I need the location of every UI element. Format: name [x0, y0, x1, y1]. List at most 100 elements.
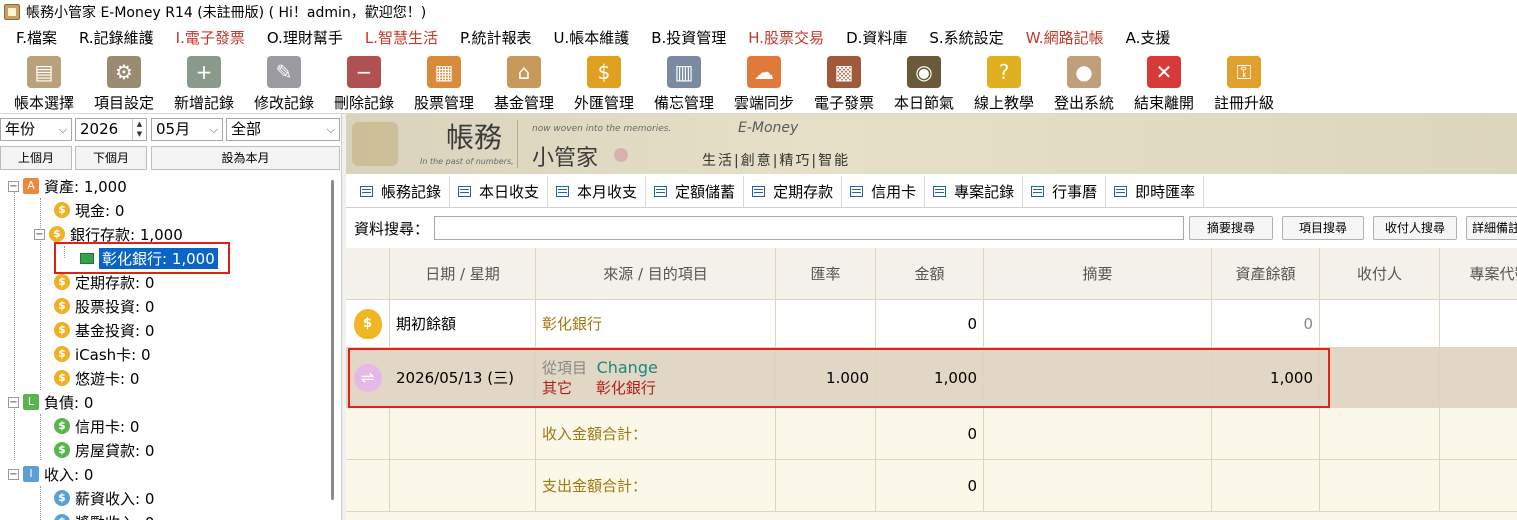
fund-button[interactable]: ⌂ 基金管理: [484, 50, 564, 114]
month-value: 05月: [156, 120, 191, 138]
tab-projects[interactable]: 專案記錄: [925, 176, 1024, 207]
search-input[interactable]: [434, 216, 1184, 240]
menu-support[interactable]: A.支援: [1126, 27, 1171, 48]
tree-item-assets[interactable]: − A 資產: 1,000: [8, 174, 127, 198]
solar-term-button[interactable]: ◉ 本日節氣: [884, 50, 964, 114]
filter-bar: 年份 ⌵ 2026 ▲ ▼ 05月 ⌵ 全部 ⌵: [0, 118, 342, 142]
scope-select[interactable]: 全部 ⌵: [226, 118, 340, 141]
table-icon: [458, 186, 472, 197]
menu-system-settings[interactable]: S.系統設定: [929, 27, 1003, 48]
tab-today[interactable]: 本日收支: [450, 176, 549, 207]
ledger-button[interactable]: ▤ 帳本選擇: [4, 50, 84, 114]
menu-e-invoice[interactable]: I.電子發票: [176, 27, 245, 48]
account-tree: − A 資產: 1,000 $ 現金: 0 − $ 銀行存款: 1,000 彰化…: [0, 174, 328, 520]
next-month-button[interactable]: 下個月: [75, 146, 147, 170]
collapse-icon[interactable]: −: [34, 228, 45, 240]
tree-item-mortgage[interactable]: $ 房屋貸款: 0: [54, 438, 154, 462]
scrollbar-thumb[interactable]: [331, 180, 334, 500]
collapse-icon[interactable]: −: [8, 468, 19, 480]
tab-ledger-records[interactable]: 帳務記錄: [352, 176, 451, 207]
expense-total-label: 支出金額合計：: [536, 460, 776, 511]
tab-time-deposit[interactable]: 定期存款: [744, 176, 843, 207]
settings-button[interactable]: ⚙ 項目設定: [84, 50, 164, 114]
menu-investment[interactable]: B.投資管理: [651, 27, 726, 48]
toolbar-label: 電子發票: [813, 94, 874, 112]
tree-item-icash[interactable]: $ iCash卡: 0: [54, 342, 151, 366]
tab-credit-card[interactable]: 信用卡: [842, 176, 926, 207]
qr-code-button[interactable]: ▩ 電子發票: [804, 50, 884, 114]
tree-label: 負債: 0: [44, 393, 94, 412]
tab-this-month[interactable]: 本月收支: [548, 176, 647, 207]
help-button[interactable]: ? 線上教學: [964, 50, 1044, 114]
header-amount[interactable]: 金額: [876, 248, 984, 300]
tree-item-income[interactable]: − I 收入: 0: [8, 462, 93, 486]
stock-button[interactable]: ▦ 股票管理: [404, 50, 484, 114]
tab-fixed-savings[interactable]: 定額儲蓄: [646, 176, 745, 207]
header-summary[interactable]: 摘要: [984, 248, 1212, 300]
menu-file[interactable]: F.檔案: [16, 27, 57, 48]
header-project-code[interactable]: 專案代號: [1440, 248, 1517, 300]
exit-button[interactable]: ✕ 結束離開: [1124, 50, 1204, 114]
spinner-arrows-icon[interactable]: ▲ ▼: [132, 119, 146, 140]
menu-database[interactable]: D.資料庫: [846, 27, 907, 48]
header-source-target[interactable]: 來源 / 目的項目: [536, 248, 776, 300]
search-bar: 資料搜尋： 摘要搜尋 項目搜尋 收付人搜尋 詳細備註: [346, 212, 1517, 244]
tree-item-credit-card[interactable]: $ 信用卡: 0: [54, 414, 139, 438]
menu-record-maintenance[interactable]: R.記錄維護: [79, 27, 154, 48]
tree-item-fund-investment[interactable]: $ 基金投資: 0: [54, 318, 154, 342]
tree-item-stock-investment[interactable]: $ 股票投資: 0: [54, 294, 154, 318]
memo-button[interactable]: ▥ 備忘管理: [644, 50, 724, 114]
collapse-icon[interactable]: −: [8, 180, 19, 192]
tree-scrollbar[interactable]: [329, 174, 337, 520]
tree-item-salary-income[interactable]: $ 薪資收入: 0: [54, 486, 154, 510]
edit-record-button[interactable]: ✎ 修改記錄: [244, 50, 324, 114]
cloud-sync-button[interactable]: ☁ 雲端同步: [724, 50, 804, 114]
set-this-month-button[interactable]: 設為本月: [151, 146, 340, 170]
row-icon-cell: [346, 460, 390, 511]
detail-note-button[interactable]: 詳細備註: [1466, 216, 1517, 240]
period-type-select[interactable]: 年份 ⌵: [0, 118, 72, 141]
banner-slogan: 生活|創意|精巧|智能: [702, 153, 851, 169]
menu-online-ledger[interactable]: W.網路記帳: [1026, 27, 1104, 48]
menu-stock-trading[interactable]: H.股票交易: [748, 27, 824, 48]
empty-cell: [984, 460, 1212, 511]
tree-item-cash[interactable]: $ 現金: 0: [54, 198, 124, 222]
menu-finance-helper[interactable]: O.理財幫手: [267, 27, 343, 48]
header-payee[interactable]: 收付人: [1320, 248, 1440, 300]
tree-item-bonus-income[interactable]: $ 獎勵收入: 0: [54, 510, 154, 520]
tab-label: 行事曆: [1052, 183, 1098, 201]
payee-search-button[interactable]: 收付人搜尋: [1373, 216, 1457, 240]
logout-button[interactable]: ● 登出系統: [1044, 50, 1124, 114]
item-search-button[interactable]: 項目搜尋: [1282, 216, 1364, 240]
tab-label: 本月收支: [577, 183, 638, 201]
header-rate[interactable]: 匯率: [776, 248, 876, 300]
header-asset-balance[interactable]: 資產餘額: [1212, 248, 1320, 300]
empty-cell: [1212, 460, 1320, 511]
collapse-icon[interactable]: −: [8, 396, 19, 408]
left-panel: 年份 ⌵ 2026 ▲ ▼ 05月 ⌵ 全部 ⌵ 上個月 下個月 設為本月 − …: [0, 114, 342, 520]
prev-month-button[interactable]: 上個月: [0, 146, 72, 170]
tree-label: 收入: 0: [44, 465, 94, 484]
add-record-button[interactable]: + 新增記錄: [164, 50, 244, 114]
menu-ledger-maintenance[interactable]: U.帳本維護: [553, 27, 629, 48]
tab-calendar[interactable]: 行事曆: [1023, 176, 1107, 207]
menu-smart-life[interactable]: L.智慧生活: [365, 27, 438, 48]
delete-record-button[interactable]: − 刪除記錄: [324, 50, 404, 114]
forex-button[interactable]: $ 外匯管理: [564, 50, 644, 114]
table-row-opening[interactable]: $ 期初餘額 彰化銀行 0 0: [346, 300, 1517, 348]
banner-dot-icon: [614, 148, 628, 162]
month-select[interactable]: 05月 ⌵: [151, 118, 223, 141]
banner-brand: E-Money: [738, 120, 799, 136]
year-spinner[interactable]: 2026 ▲ ▼: [75, 118, 147, 141]
income-total-value: 0: [876, 408, 984, 459]
key-button[interactable]: ⚿ 註冊升級: [1204, 50, 1284, 114]
tree-item-liabilities[interactable]: − L 負債: 0: [8, 390, 93, 414]
header-date[interactable]: 日期 / 星期: [390, 248, 536, 300]
summary-search-button[interactable]: 摘要搜尋: [1189, 216, 1273, 240]
menu-statistics[interactable]: P.統計報表: [460, 27, 531, 48]
tree-label: 薪資收入: 0: [75, 489, 155, 508]
empty-cell: [984, 408, 1212, 459]
tree-label: 基金投資: 0: [75, 321, 155, 340]
tree-item-easycard[interactable]: $ 悠遊卡: 0: [54, 366, 139, 390]
tab-exchange-rate[interactable]: 即時匯率: [1106, 176, 1205, 207]
